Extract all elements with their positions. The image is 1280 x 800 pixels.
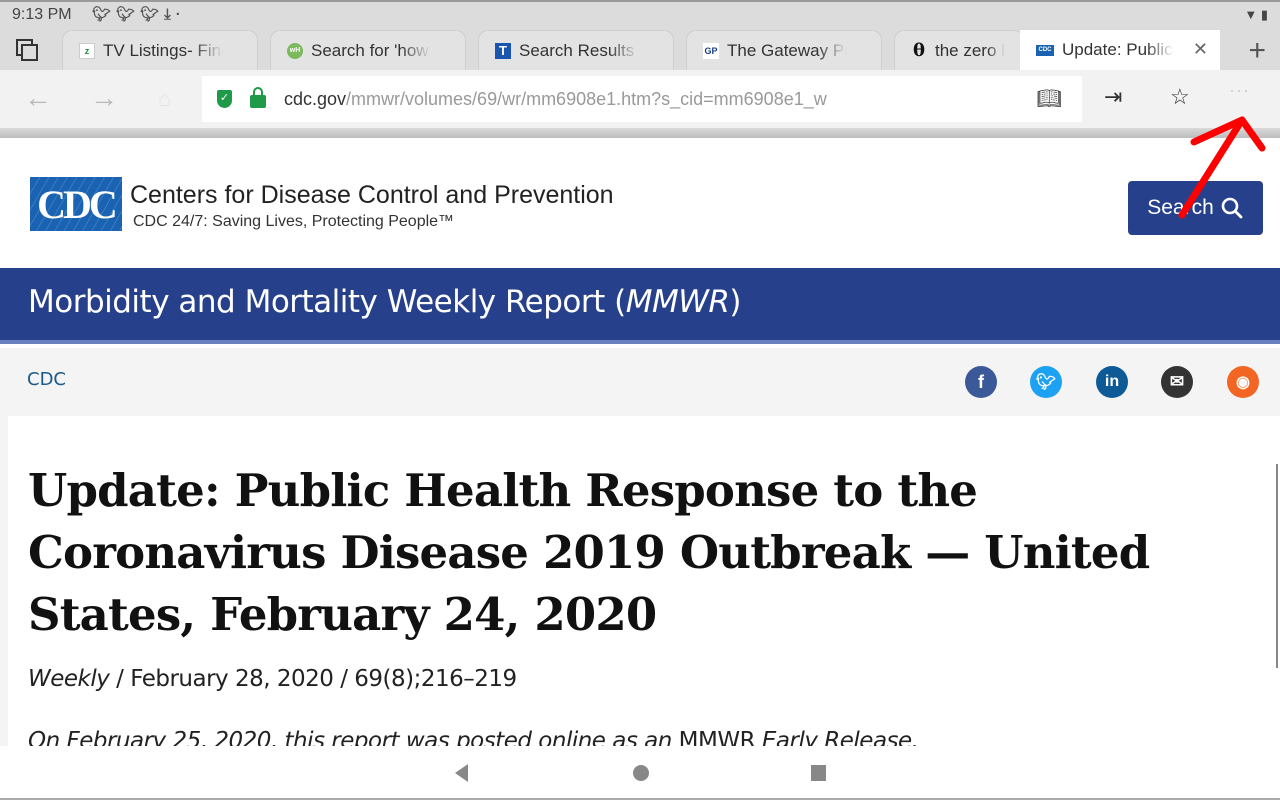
tab-favicon: θ bbox=[912, 40, 925, 61]
battery-icon: ▮ bbox=[1260, 7, 1268, 22]
tabs-icon-front bbox=[21, 44, 38, 61]
tab-favicon: z bbox=[79, 42, 95, 59]
mmwr-title[interactable]: Morbidity and Mortality Weekly Report (M… bbox=[28, 284, 741, 320]
search-label: Search bbox=[1147, 196, 1214, 219]
wifi-icon: ▼ bbox=[1244, 7, 1258, 22]
article-intro: On February 25, 2020, this report was po… bbox=[28, 728, 919, 746]
tab-tv-listings[interactable]: z TV Listings- Find bbox=[62, 30, 258, 70]
breadcrumb-bar: CDC f 🐦︎ in ✉ ◉ bbox=[0, 348, 1280, 416]
org-tagline: CDC 24/7: Saving Lives, Protecting Peopl… bbox=[133, 213, 455, 230]
twitter-icon: 🐦︎ bbox=[116, 6, 141, 23]
home-icon[interactable]: ⌂ bbox=[158, 86, 171, 112]
twitter-share-icon[interactable]: 🐦︎ bbox=[1030, 366, 1062, 398]
mmwr-title-text: Morbidity and Mortality Weekly Report ( bbox=[28, 284, 626, 320]
tab-label: the zero hedge bbox=[935, 40, 1005, 60]
article-title: Update: Public Health Response to the Co… bbox=[28, 464, 1150, 641]
tab-strip: z TV Listings- Find wH Search for 'how T… bbox=[0, 30, 1280, 70]
tab-search-results[interactable]: T Search Results bbox=[478, 30, 674, 70]
tab-cdc-update-active[interactable]: CDC Update: Public ✕ bbox=[1020, 30, 1220, 70]
mmwr-title-italic: MMWR bbox=[625, 284, 730, 320]
linkedin-icon[interactable]: in bbox=[1096, 366, 1128, 398]
browser-toolbar: ← → ⌂ ✓ cdc.gov/mmwr/volumes/69/wr/mm690… bbox=[0, 70, 1280, 128]
lock-icon bbox=[250, 87, 266, 108]
nav-recents-icon[interactable] bbox=[811, 765, 826, 781]
tabs-overview-button[interactable] bbox=[14, 37, 40, 63]
dot-icon: · bbox=[175, 6, 186, 23]
screen: 9:13 PM 🐦︎🐦︎🐦︎⤓· ▼ ▮ z TV Listings- Find… bbox=[0, 0, 1280, 800]
search-button[interactable]: Search bbox=[1128, 181, 1263, 235]
more-menu-button[interactable]: ··· bbox=[1229, 80, 1250, 101]
status-bar: 9:13 PM 🐦︎🐦︎🐦︎⤓· ▼ ▮ bbox=[0, 0, 1280, 30]
back-arrow-icon[interactable]: ← bbox=[24, 82, 52, 114]
nav-back-icon[interactable] bbox=[455, 764, 468, 782]
mmwr-title-end: ) bbox=[729, 284, 742, 320]
tab-label: TV Listings- Find bbox=[103, 40, 223, 60]
new-tab-button[interactable]: + bbox=[1248, 34, 1266, 68]
web-page: CDC Centers for Disease Control and Prev… bbox=[0, 138, 1280, 746]
forward-arrow-icon[interactable]: → bbox=[90, 82, 118, 114]
send-to-device-icon[interactable]: ⇥ bbox=[1104, 84, 1122, 110]
tab-search-wh[interactable]: wH Search for 'how bbox=[270, 30, 466, 70]
tab-label: Search for 'how bbox=[311, 40, 429, 60]
reading-view-icon[interactable]: 📖︎ bbox=[1037, 86, 1062, 111]
tab-label: The Gateway Pundit bbox=[727, 40, 847, 60]
toolbar-shadow bbox=[0, 128, 1280, 138]
tab-zero-hedge[interactable]: θ the zero hedge bbox=[894, 30, 1024, 70]
url-path: /mmwr/volumes/69/wr/mm6908e1.htm?s_cid=m… bbox=[346, 88, 827, 109]
email-icon[interactable]: ✉ bbox=[1161, 366, 1193, 398]
notification-icons: 🐦︎🐦︎🐦︎⤓· bbox=[92, 5, 186, 23]
close-tab-icon[interactable]: ✕ bbox=[1193, 39, 1208, 60]
status-time: 9:13 PM bbox=[12, 6, 72, 23]
android-nav-bar bbox=[0, 746, 1280, 800]
favorites-icon[interactable]: ☆ bbox=[1170, 84, 1190, 110]
tab-favicon: T bbox=[495, 42, 511, 59]
status-right: ▼ ▮ bbox=[1244, 7, 1268, 23]
twitter-icon: 🐦︎ bbox=[92, 6, 117, 23]
intro-mmwr: MMWR bbox=[678, 728, 756, 746]
article-meta: Weekly / February 28, 2020 / 69(8);216–2… bbox=[28, 666, 517, 692]
tab-favicon: wH bbox=[287, 42, 303, 59]
nav-home-icon[interactable] bbox=[633, 765, 649, 781]
intro-text: On February 25, 2020, this report was po… bbox=[28, 728, 679, 746]
syndication-icon[interactable]: ◉ bbox=[1227, 366, 1259, 398]
mmwr-banner: Morbidity and Mortality Weekly Report (M… bbox=[0, 268, 1280, 344]
tab-label: Update: Public bbox=[1062, 40, 1173, 59]
intro-early-release[interactable]: Early Release. bbox=[755, 728, 919, 746]
breadcrumb-cdc-link[interactable]: CDC bbox=[27, 369, 66, 390]
meta-date-citation: / February 28, 2020 / 69(8);216–219 bbox=[109, 666, 517, 692]
article: Update: Public Health Response to the Co… bbox=[8, 416, 1280, 746]
cdc-logo[interactable]: CDC bbox=[30, 177, 122, 231]
search-icon bbox=[1221, 197, 1243, 219]
twitter-icon: 🐦︎ bbox=[140, 6, 165, 23]
tab-gateway-pundit[interactable]: GP The Gateway Pundit bbox=[686, 30, 882, 70]
meta-weekly[interactable]: Weekly bbox=[28, 666, 110, 692]
url-domain: cdc.gov bbox=[284, 88, 347, 109]
org-name[interactable]: Centers for Disease Control and Preventi… bbox=[130, 181, 614, 210]
page-scrollbar[interactable] bbox=[1276, 464, 1278, 668]
page-left-edge bbox=[0, 416, 8, 746]
download-icon: ⤓ bbox=[164, 6, 176, 23]
facebook-icon[interactable]: f bbox=[965, 366, 997, 398]
address-bar[interactable]: ✓ cdc.gov/mmwr/volumes/69/wr/mm6908e1.ht… bbox=[202, 76, 1082, 122]
shield-icon: ✓ bbox=[217, 90, 232, 108]
tab-favicon: GP bbox=[703, 42, 719, 59]
url-text[interactable]: cdc.gov/mmwr/volumes/69/wr/mm6908e1.htm?… bbox=[284, 89, 827, 110]
tab-favicon: CDC bbox=[1036, 44, 1054, 56]
tab-label: Search Results bbox=[519, 40, 635, 60]
